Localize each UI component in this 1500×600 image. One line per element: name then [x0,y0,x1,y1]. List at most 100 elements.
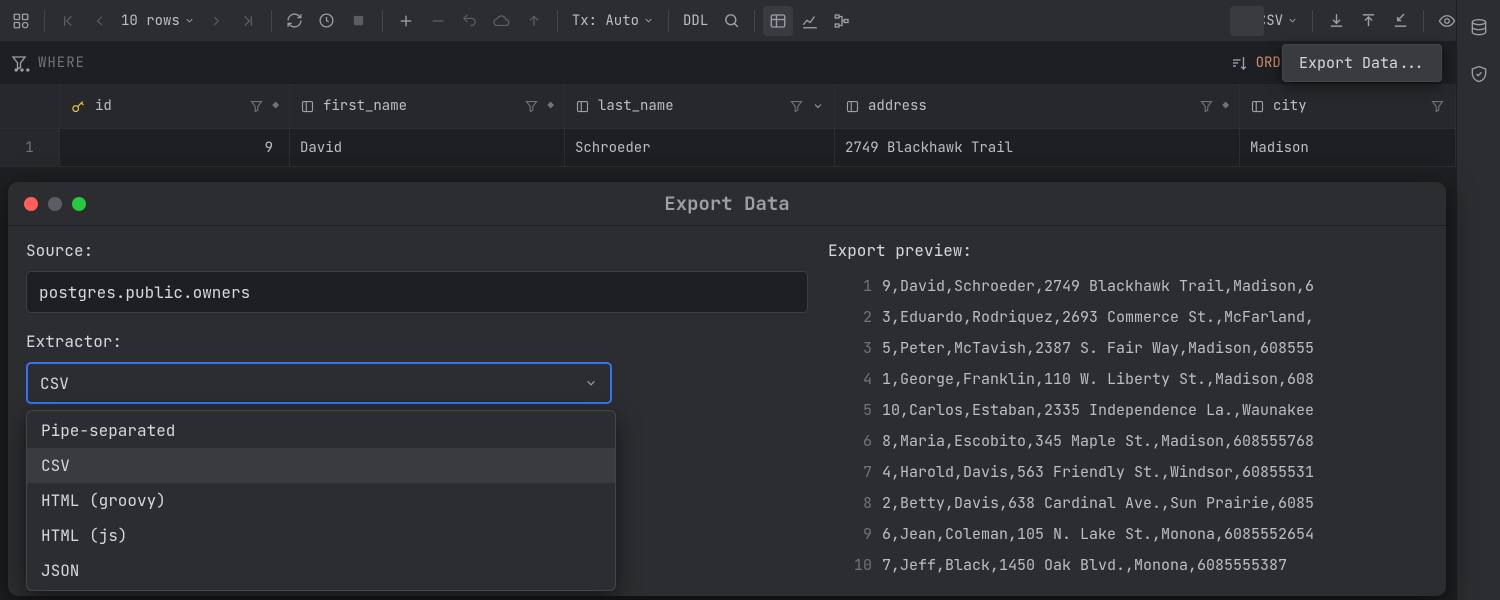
extractor-option-csv[interactable]: CSV [27,448,615,483]
extractor-option-json[interactable]: JSON [27,553,615,588]
revert-icon[interactable] [455,6,485,36]
sort-handle[interactable]: ◆ [547,99,554,113]
add-row-icon[interactable] [391,6,421,36]
prev-page-icon[interactable] [85,6,115,36]
tx-mode-label: Tx: Auto [572,12,639,30]
rows-count-dropdown[interactable]: 10 rows [117,6,199,36]
sort-handle[interactable]: ◆ [1222,99,1229,113]
cloud-sync-icon[interactable] [487,6,517,36]
filter-icon[interactable] [1199,99,1214,114]
column-icon [845,99,860,114]
extractor-option-pipe[interactable]: Pipe-separated [27,413,615,448]
extractor-dropdown: Pipe-separated CSV HTML (groovy) HTML (j… [26,410,616,591]
filter-icon[interactable] [1430,99,1445,114]
separator [44,10,45,32]
refresh-icon[interactable] [280,6,310,36]
column-header-address[interactable]: address ◆ [835,84,1240,128]
separator [754,10,755,32]
download-icon-highlight [1230,6,1264,36]
column-icon [1250,99,1265,114]
source-field[interactable]: postgres.public.owners [26,271,808,313]
filter-icon[interactable] [789,99,804,114]
rows-count-label: 10 rows [121,12,180,30]
column-name: id [95,97,241,115]
column-icon [575,99,590,114]
ddl-button[interactable]: DDL [677,6,714,36]
stop-icon[interactable] [344,6,374,36]
key-icon [70,98,87,115]
database-icon[interactable] [1469,18,1489,38]
sort-handle[interactable]: ◆ [272,99,279,113]
export-preview: 12345678910 9,David,Schroeder,2749 Black… [826,271,1446,596]
column-name: address [868,97,1191,115]
table-row[interactable]: 1 9 David Schroeder 2749 Blackhawk Trail… [0,129,1456,167]
right-tool-strip [1456,0,1500,600]
preview-label: Export preview: [826,240,1446,261]
dialog-right-pane: Export preview: 12345678910 9,David,Schr… [826,226,1446,596]
commit-icon[interactable] [519,6,549,36]
preview-lines[interactable]: 9,David,Schroeder,2749 Blackhawk Trail,M… [882,271,1446,596]
extractor-value: CSV [40,373,69,394]
last-page-icon[interactable] [233,6,263,36]
column-header-city[interactable]: city [1240,84,1456,128]
cell-address[interactable]: 2749 Blackhawk Trail [835,129,1240,166]
filter-icon[interactable] [524,99,539,114]
tree-view-icon[interactable] [827,6,857,36]
table-view-icon[interactable] [763,6,793,36]
separator [382,10,383,32]
table-header-row: id ◆ first_name ◆ last_name address ◆ ci… [0,84,1456,129]
separator [271,10,272,32]
remove-row-icon[interactable] [423,6,453,36]
where-label[interactable]: WHERE [38,54,85,72]
column-header-id[interactable]: id ◆ [60,84,290,128]
source-value: postgres.public.owners [39,282,250,303]
separator [557,10,558,32]
tooltip-text: Export Data... [1299,53,1425,73]
chart-view-icon[interactable] [795,6,825,36]
ddl-label: DDL [683,12,708,30]
first-page-icon[interactable] [53,6,83,36]
data-grid: id ◆ first_name ◆ last_name address ◆ ci… [0,84,1456,167]
chevron-down-icon [643,15,654,26]
column-name: last_name [598,97,781,115]
row-number: 1 [0,129,60,166]
export-data-tooltip: Export Data... [1282,44,1442,82]
chevron-down-icon[interactable] [812,100,824,112]
cell-last-name[interactable]: Schroeder [565,129,835,166]
upload-icon[interactable] [1353,6,1383,36]
extractor-select[interactable]: CSV [26,362,612,404]
shield-icon[interactable] [1469,64,1489,84]
separator [1312,10,1313,32]
column-header-first-name[interactable]: first_name ◆ [290,84,565,128]
column-name: first_name [323,97,516,115]
chevron-down-icon [184,15,195,26]
column-name: city [1273,97,1422,115]
extractor-option-html-groovy[interactable]: HTML (groovy) [27,483,615,518]
dialog-title: Export Data [8,191,1446,216]
chevron-down-icon [584,376,598,390]
filter-icon[interactable] [249,99,264,114]
tx-mode-dropdown[interactable]: Tx: Auto [566,6,660,36]
main-toolbar: 10 rows Tx: Auto DDL CSV [0,0,1500,42]
separator [1423,10,1424,32]
import-icon[interactable] [1385,6,1415,36]
row-number-header[interactable] [0,84,60,128]
export-data-dialog: Export Data Source: postgres.public.owne… [8,182,1446,596]
extractor-option-html-js[interactable]: HTML (js) [27,518,615,553]
download-icon[interactable] [1321,6,1351,36]
modules-icon[interactable] [6,6,36,36]
extractor-label: Extractor: [26,331,808,352]
column-header-last-name[interactable]: last_name [565,84,835,128]
filter-bar: WHERE ORDER BY last_nam [0,42,1456,84]
source-label: Source: [26,240,808,261]
dialog-titlebar[interactable]: Export Data [8,182,1446,226]
chevron-down-icon [1287,15,1298,26]
more-icon[interactable] [12,60,32,80]
cell-city[interactable]: Madison [1240,129,1456,166]
search-icon[interactable] [716,6,746,36]
history-icon[interactable] [312,6,342,36]
separator [668,10,669,32]
cell-id[interactable]: 9 [60,129,290,166]
next-page-icon[interactable] [201,6,231,36]
cell-first-name[interactable]: David [290,129,565,166]
